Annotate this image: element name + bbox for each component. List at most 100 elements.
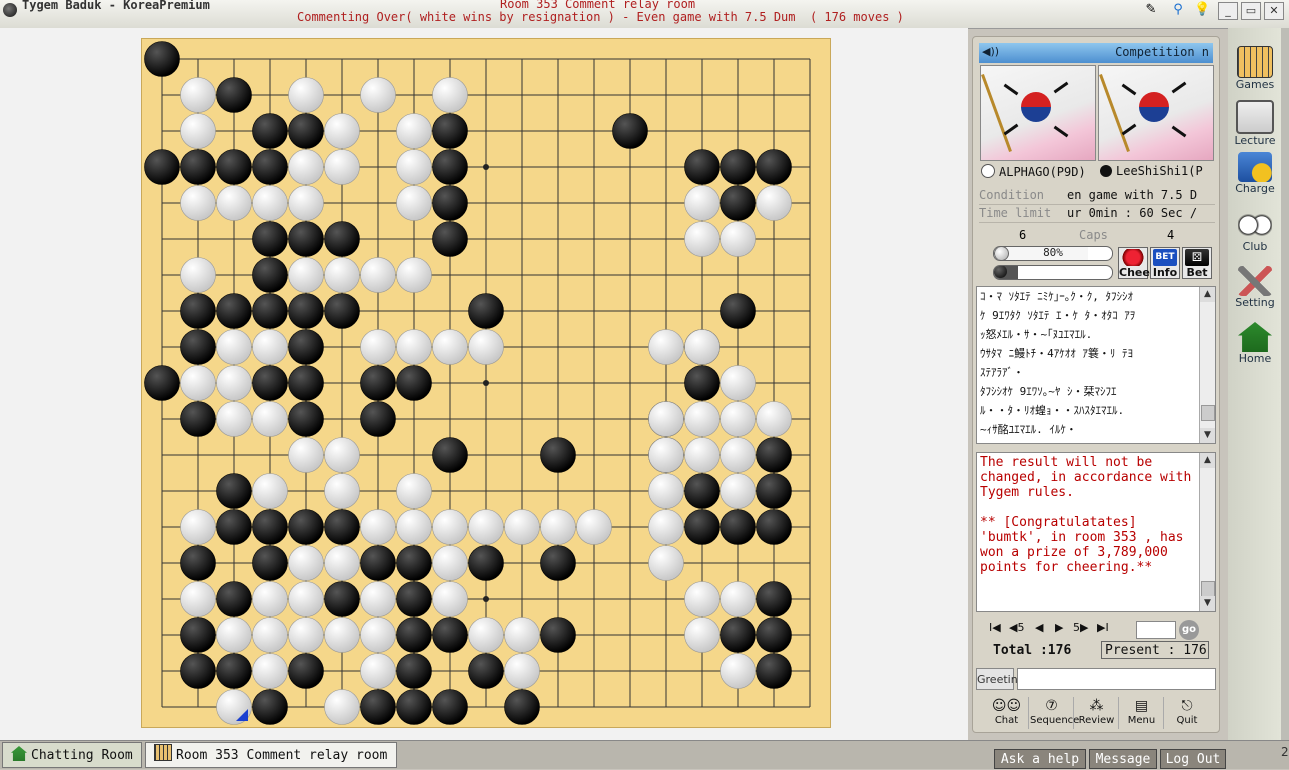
sequence-icon: ⑦ — [1045, 698, 1058, 714]
setting-button[interactable]: Setting — [1231, 264, 1279, 314]
minimize-button[interactable]: _ — [1218, 2, 1238, 20]
black-stone — [180, 401, 216, 437]
black-stone — [360, 401, 396, 437]
white-stone-icon — [981, 164, 995, 178]
games-button[interactable]: Games — [1231, 44, 1279, 94]
last-move-button[interactable]: ▶I — [1097, 621, 1109, 637]
black-stone — [540, 545, 576, 581]
tab-label: Room 353 Comment relay room — [176, 748, 388, 763]
white-stone — [576, 509, 612, 545]
first-move-button[interactable]: I◀ — [989, 621, 1001, 637]
white-stone — [324, 113, 360, 149]
menu-button[interactable]: ▤ Menu — [1120, 697, 1164, 729]
black-player[interactable]: LeeShiShi1(P — [1100, 164, 1213, 182]
black-stone — [252, 221, 288, 257]
black-stone — [720, 509, 756, 545]
white-stone — [684, 221, 720, 257]
white-stone — [684, 581, 720, 617]
charge-button[interactable]: Charge — [1231, 150, 1279, 200]
white-stone — [180, 509, 216, 545]
club-button[interactable]: Club — [1231, 208, 1279, 258]
scroll-down-icon[interactable]: ▼ — [1200, 596, 1215, 611]
review-button[interactable]: ⁂ Review — [1075, 697, 1119, 729]
search-icon[interactable]: ⚲ — [1170, 2, 1186, 18]
tv-icon — [1236, 100, 1274, 134]
white-stone — [504, 617, 540, 653]
scroll-up-icon[interactable]: ▲ — [1200, 453, 1215, 468]
white-player[interactable]: ALPHAGO(P9D) — [981, 164, 1098, 182]
system-message: The result will not be changed, in accor… — [980, 455, 1192, 575]
setting-label: Setting — [1235, 296, 1275, 309]
black-stone — [288, 653, 324, 689]
chat-line: ｺ・ﾏ ｿﾀｴﾃ ﾆﾐｹ｣ｰ｡ｸ・ｸ, ﾀﾌｼｼｵ — [980, 290, 1133, 303]
white-stone — [648, 545, 684, 581]
tab-room-353[interactable]: Room 353 Comment relay room — [145, 742, 397, 768]
quit-label: Quit — [1176, 715, 1198, 726]
message-scrollbar[interactable]: ▲ ▼ — [1199, 453, 1215, 611]
scroll-down-icon[interactable]: ▼ — [1200, 428, 1215, 443]
go-button[interactable]: go — [1179, 620, 1199, 640]
ask-help-button[interactable]: Ask a help — [994, 749, 1086, 769]
chat-button[interactable]: ☺☺ Chat — [985, 697, 1029, 729]
title-bar: Tygem Baduk - KoreaPremium Room 353 Comm… — [0, 0, 1289, 29]
black-stone — [432, 689, 468, 725]
time-limit-value: ur 0min : 60 Sec / — [1067, 206, 1198, 220]
white-stone — [396, 113, 432, 149]
white-stone — [288, 581, 324, 617]
white-stone — [720, 365, 756, 401]
black-player-name: LeeShiShi1(P — [1116, 164, 1203, 178]
board-grid[interactable] — [142, 39, 832, 729]
quit-button[interactable]: ⎋ Quit — [1165, 697, 1209, 729]
white-stone — [432, 329, 468, 365]
move-number-input[interactable] — [1136, 621, 1176, 639]
info-button[interactable]: BET Info — [1150, 247, 1180, 279]
white-stone — [288, 617, 324, 653]
white-stone — [432, 509, 468, 545]
logout-button[interactable]: Log Out — [1160, 749, 1226, 769]
scroll-up-icon[interactable]: ▲ — [1200, 287, 1215, 302]
lightbulb-icon[interactable]: 💡 — [1194, 2, 1210, 18]
black-stone — [216, 293, 252, 329]
scroll-thumb[interactable] — [1201, 405, 1215, 421]
right-sidebar: Games Lecture Charge Club Setting Home — [1228, 28, 1281, 740]
black-stone — [216, 77, 252, 113]
bet-button[interactable]: ⚄ Bet — [1182, 247, 1212, 279]
home-icon — [11, 746, 27, 761]
club-people-icon — [1238, 210, 1272, 240]
home-button[interactable]: Home — [1231, 320, 1279, 370]
forward-5-button[interactable]: 5▶ — [1073, 621, 1088, 637]
move-navigation: I◀ ◀5 ◀ ▶ 5▶ ▶I go — [979, 619, 1215, 641]
tab-chatting-room[interactable]: Chatting Room — [2, 742, 142, 768]
chat-label: Chat — [994, 715, 1019, 726]
close-button[interactable]: ✕ — [1264, 2, 1284, 20]
speaker-icon[interactable]: ◀)) — [982, 45, 999, 58]
black-stone — [216, 473, 252, 509]
white-stone — [288, 149, 324, 185]
restore-button[interactable]: ▭ — [1241, 2, 1261, 20]
white-stone — [324, 257, 360, 293]
white-stone — [324, 437, 360, 473]
message-button[interactable]: Message — [1089, 749, 1157, 769]
back-5-button[interactable]: ◀5 — [1009, 621, 1024, 637]
lecture-button[interactable]: Lecture — [1231, 98, 1279, 148]
next-move-button[interactable]: ▶ — [1055, 621, 1063, 637]
chat-log[interactable]: ｺ・ﾏ ｿﾀｴﾃ ﾆﾐｹ｣ｰ｡ｸ・ｸ, ﾀﾌｼｼｵ ｹ 9ｴﾜﾀｸ ｿﾀｴﾃ ｴ… — [976, 286, 1216, 444]
white-stone — [684, 401, 720, 437]
white-stone — [216, 185, 252, 221]
white-stone — [252, 617, 288, 653]
pencil-icon[interactable]: ✎ — [1143, 2, 1159, 18]
chat-line: ~ｨｻ酩ﾕｴﾏｴﾙ. ｲﾙｹ・ — [980, 423, 1077, 436]
black-stone — [396, 653, 432, 689]
white-stone — [216, 401, 252, 437]
chat-scrollbar[interactable]: ▲ ▼ — [1199, 287, 1215, 443]
go-board[interactable] — [141, 38, 831, 728]
prev-move-button[interactable]: ◀ — [1035, 621, 1043, 637]
system-message-box[interactable]: The result will not be changed, in accor… — [976, 452, 1216, 612]
scroll-thumb[interactable] — [1201, 581, 1215, 597]
sequence-button[interactable]: ⑦ Sequence — [1030, 697, 1079, 729]
white-stone — [252, 581, 288, 617]
white-stone — [252, 329, 288, 365]
greeting-input[interactable] — [1017, 668, 1216, 690]
white-stone — [288, 77, 324, 113]
cheer-button[interactable]: Cheer — [1118, 247, 1155, 279]
